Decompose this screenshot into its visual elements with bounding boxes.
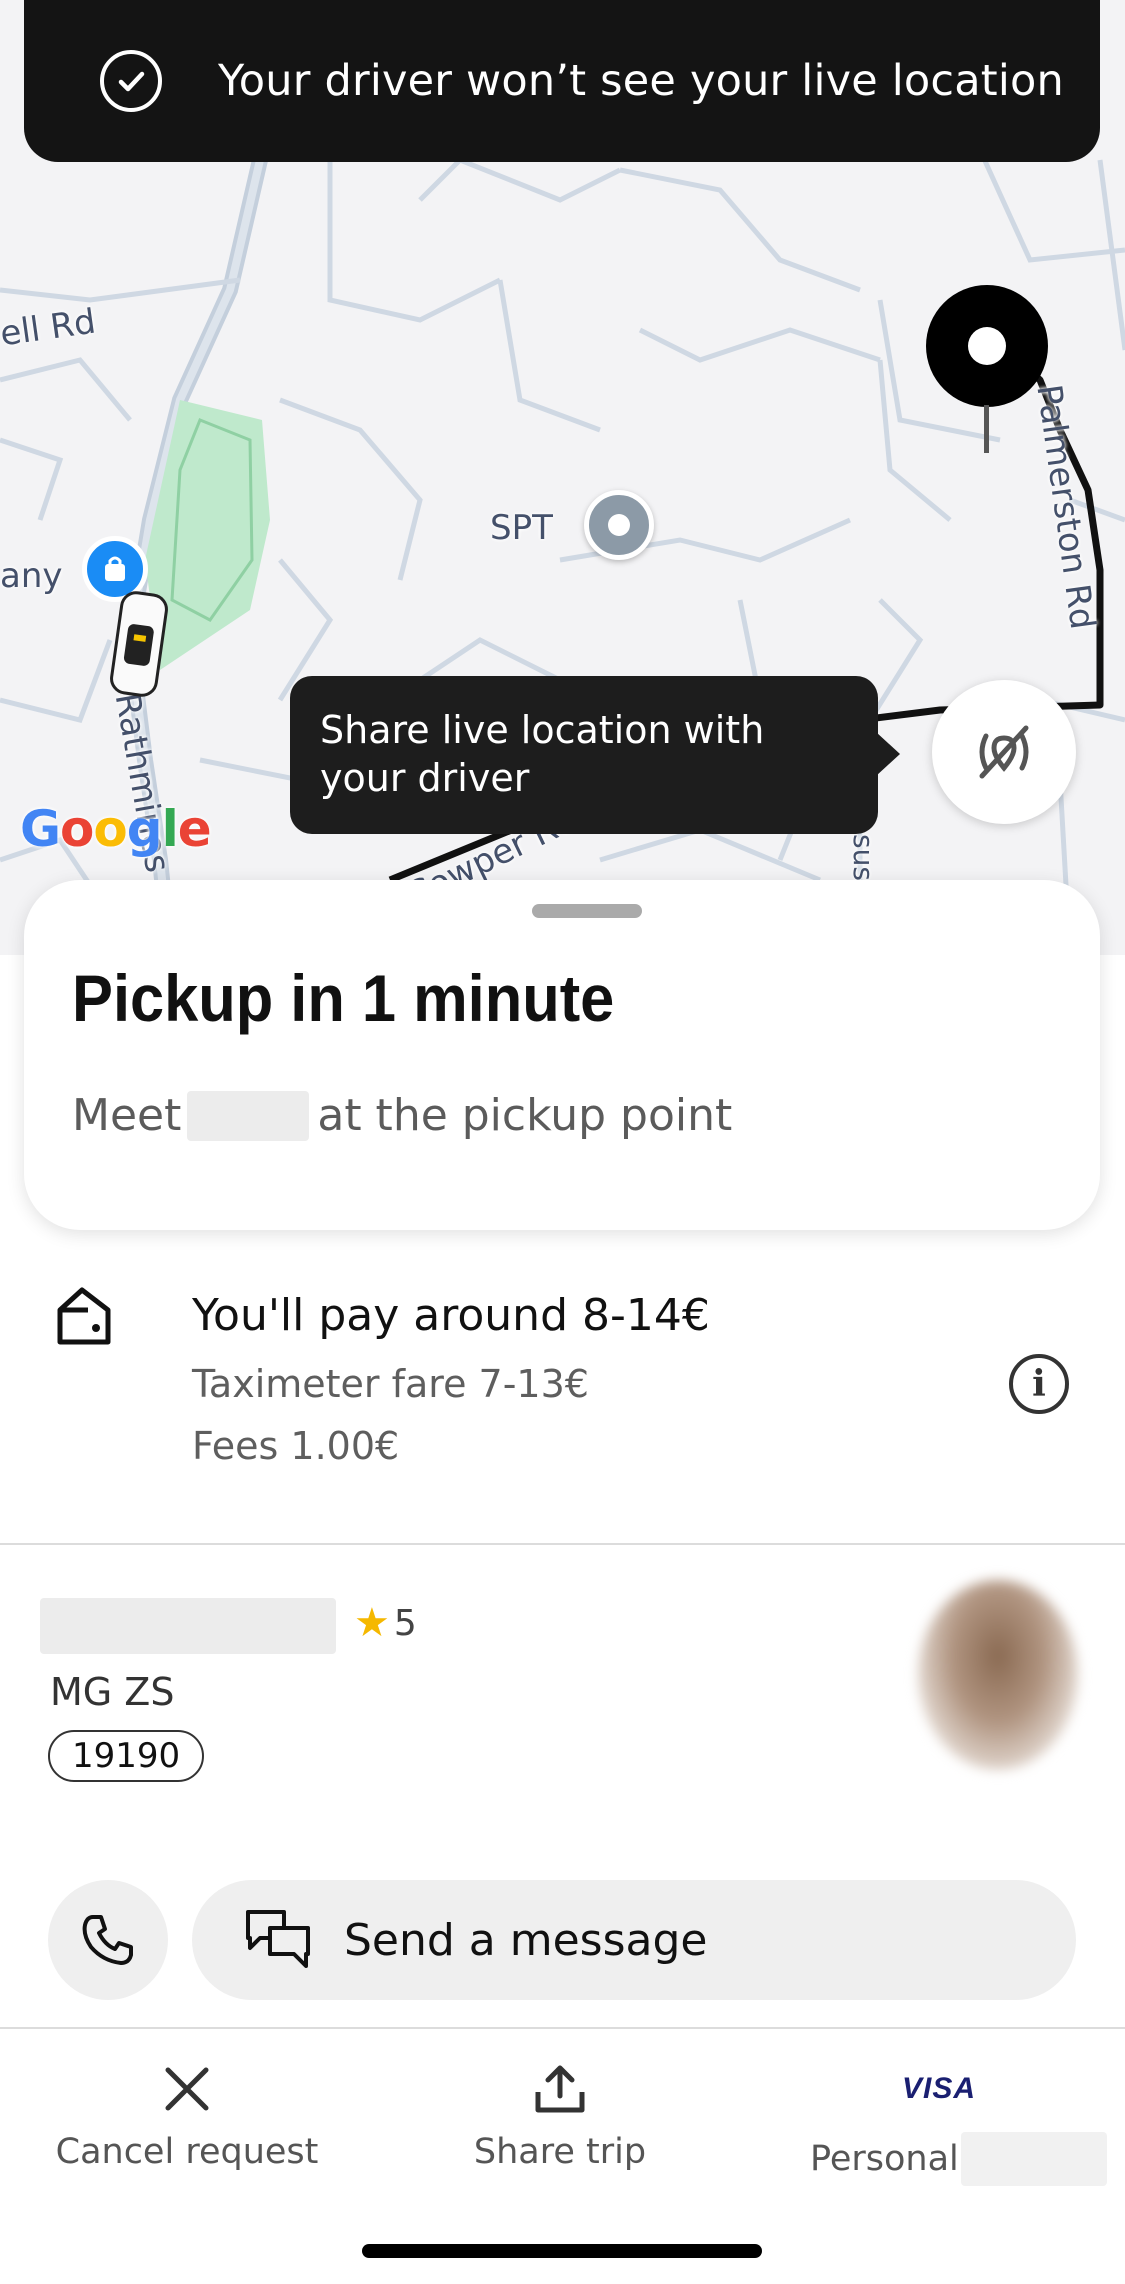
google-logo-letter: l <box>161 800 179 858</box>
cancel-request-button[interactable]: Cancel request <box>56 2064 318 2172</box>
fees: Fees 1.00€ <box>192 1424 400 1468</box>
fare-estimate: You'll pay around 8-14€ <box>192 1290 710 1341</box>
pickup-title: Pickup in 1 minute <box>72 961 615 1035</box>
call-button[interactable] <box>48 1880 168 2000</box>
google-logo-letter: g <box>126 800 163 858</box>
google-logo-letter: e <box>177 800 212 858</box>
check-circle-icon <box>100 50 162 112</box>
spt-marker[interactable] <box>584 490 654 560</box>
driver-avatar[interactable] <box>918 1580 1078 1770</box>
cancel-request-label: Cancel request <box>55 2132 319 2172</box>
divider <box>0 1543 1125 1545</box>
share-trip-label: Share trip <box>473 2132 647 2172</box>
spt-label: SPT <box>490 508 553 548</box>
pickup-card[interactable]: Pickup in 1 minute Meet at the pickup po… <box>24 880 1100 1230</box>
rating-value: 5 <box>393 1602 417 1644</box>
google-logo: Google <box>20 800 212 858</box>
destination-dot <box>968 327 1006 365</box>
visa-icon: VISA <box>902 2072 977 2105</box>
send-message-label: Send a message <box>344 1914 708 1966</box>
google-logo-letter: G <box>20 800 61 858</box>
redacted-card-info <box>960 2132 1107 2186</box>
fare-section: You'll pay around 8-14€ Taximeter fare 7… <box>0 1262 1125 1542</box>
redacted-driver-name <box>187 1090 310 1141</box>
destination-marker[interactable] <box>926 285 1048 407</box>
payment-method-button[interactable]: VISA Personal <box>810 2064 1110 2186</box>
close-icon <box>165 2067 209 2111</box>
chat-icon <box>246 1910 310 1968</box>
info-icon[interactable]: i <box>1009 1354 1069 1414</box>
phone-icon <box>82 1915 133 1965</box>
shopping-bag-icon <box>105 556 125 581</box>
drag-handle[interactable] <box>532 904 642 918</box>
location-off-icon <box>979 725 1029 779</box>
home-indicator[interactable] <box>362 2244 762 2258</box>
pickup-subtitle: Meet at the pickup point <box>72 1090 732 1141</box>
price-tag-icon <box>52 1284 116 1353</box>
toast-text: Your driver won’t see your live location <box>218 56 1064 106</box>
redacted-driver-full-name <box>40 1598 336 1654</box>
send-message-button[interactable]: Send a message <box>192 1880 1076 2000</box>
google-logo-letter: o <box>93 800 127 858</box>
live-location-button[interactable] <box>932 680 1076 824</box>
map[interactable]: ell Rd any SPT Rathmines Rd Cowper Rd Pa… <box>0 0 1125 955</box>
share-location-tooltip[interactable]: Share live location with your driver <box>290 676 900 834</box>
taxi-roof <box>123 623 155 667</box>
google-logo-letter: o <box>60 800 94 858</box>
divider <box>0 2027 1125 2029</box>
location-toast: Your driver won’t see your live location <box>24 0 1100 162</box>
street-label: sus <box>847 834 880 881</box>
check-mark <box>118 71 145 92</box>
place-label: any <box>0 556 63 596</box>
destination-marker-stem <box>984 405 989 453</box>
taximeter-fare: Taximeter fare 7-13€ <box>192 1362 589 1406</box>
price-tag-icon <box>57 1287 111 1345</box>
pickup-subtitle-start: Meet <box>72 1090 182 1141</box>
pin-dot <box>608 514 630 536</box>
car-model: MG ZS <box>50 1670 175 1714</box>
star-icon: ★ <box>354 1600 390 1646</box>
share-icon <box>535 2065 585 2113</box>
payment-label-row: Personal <box>810 2132 1107 2186</box>
driver-rating: ★ 5 <box>354 1600 417 1646</box>
payment-label: Personal <box>810 2139 959 2179</box>
pickup-subtitle-end: at the pickup point <box>317 1090 733 1141</box>
share-trip-button[interactable]: Share trip <box>440 2064 680 2172</box>
license-plate: 19190 <box>48 1730 205 1782</box>
